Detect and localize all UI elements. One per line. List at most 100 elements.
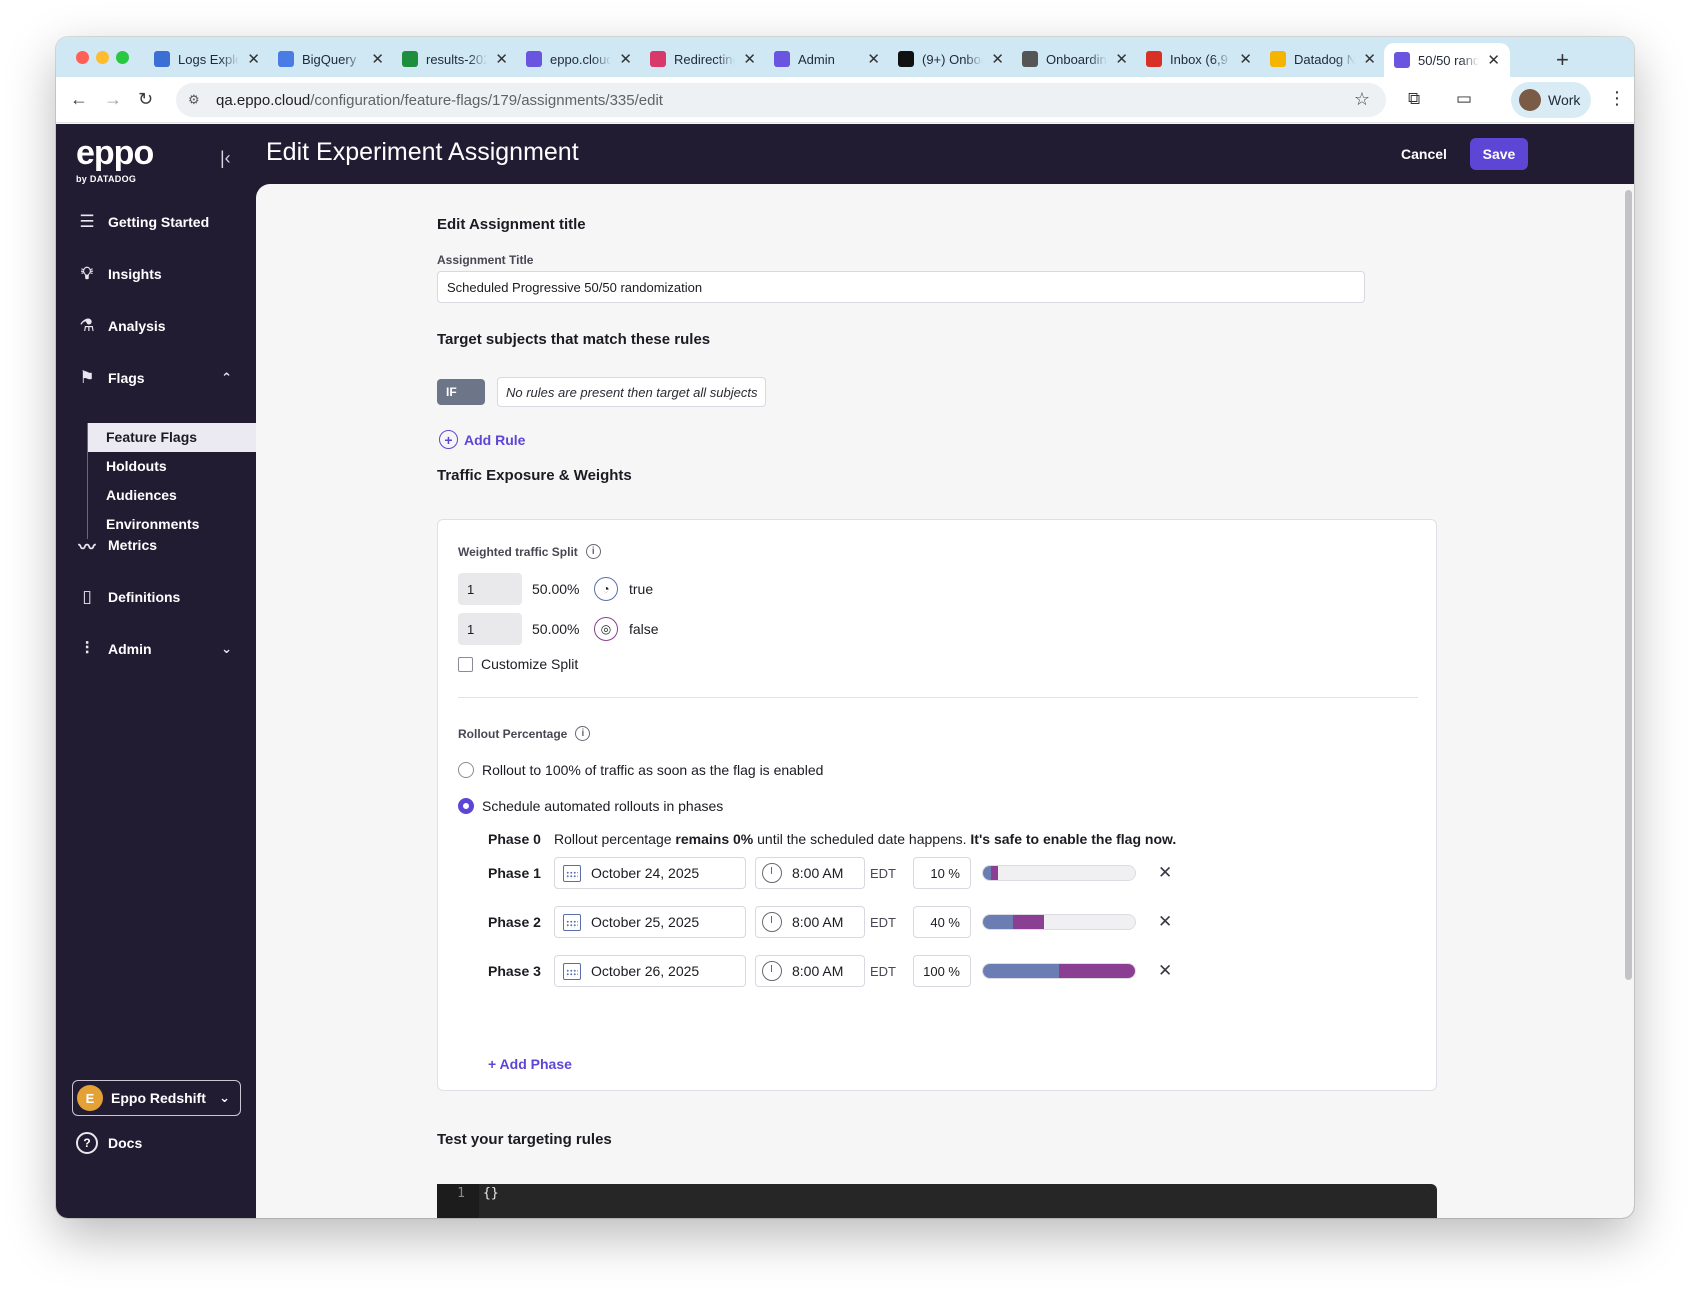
sidebar-item-feature-flags[interactable]: Feature Flags <box>88 423 257 452</box>
extensions-icon[interactable]: ⧉ <box>1408 89 1420 109</box>
new-tab-button[interactable]: + <box>1556 47 1569 73</box>
phase-date-input[interactable]: October 25, 2025 <box>554 906 746 938</box>
bookmark-star-icon[interactable]: ☆ <box>1354 89 1370 110</box>
zoom-window-button[interactable] <box>116 51 129 64</box>
bar-segment-true <box>983 964 1059 978</box>
sidebar-item-metrics[interactable]: 〰 Metrics <box>76 527 246 563</box>
sidebar-item-holdouts[interactable]: Holdouts <box>88 452 257 481</box>
calendar-icon <box>563 962 581 980</box>
browser-tab[interactable]: (9+) Onboarding ✕ <box>888 43 1014 75</box>
variant-label: false <box>629 621 659 637</box>
cancel-button[interactable]: Cancel <box>1401 146 1447 162</box>
docs-link[interactable]: ? Docs <box>76 1132 142 1154</box>
sidebar-item-insights[interactable]: 💡︎ Insights <box>76 256 246 292</box>
save-button[interactable]: Save <box>1470 138 1528 170</box>
plus-circle-icon: + <box>439 430 458 449</box>
phase0-text-c: until the scheduled date happens. <box>753 831 971 847</box>
phase-date-input[interactable]: October 24, 2025 <box>554 857 746 889</box>
weight-input[interactable]: 1 <box>458 613 522 645</box>
reload-icon[interactable]: ↻ <box>138 89 153 110</box>
workspace-switcher[interactable]: E Eppo Redshift ⌄ <box>72 1080 241 1116</box>
tab-close-icon[interactable]: ✕ <box>867 50 880 68</box>
cast-icon[interactable]: ▭ <box>1456 89 1472 109</box>
radio-button-selected[interactable] <box>458 798 474 814</box>
tab-close-icon[interactable]: ✕ <box>619 50 632 68</box>
add-rule-button[interactable]: + Add Rule <box>439 430 525 449</box>
phase-date: October 26, 2025 <box>591 963 700 979</box>
phase-time-input[interactable]: 8:00 AM <box>755 906 865 938</box>
phase-percent-input[interactable]: 40 % <box>913 906 971 938</box>
info-icon[interactable]: i <box>585 544 601 559</box>
collapse-sidebar-icon[interactable]: |‹ <box>220 148 231 169</box>
sidebar-item-analysis[interactable]: ⚗ Analysis <box>76 308 246 344</box>
sidebar-item-label: Flags <box>108 370 145 386</box>
close-window-button[interactable] <box>76 51 89 64</box>
sidebar-item-flags[interactable]: ⚑ Flags ⌃ <box>76 360 246 396</box>
customize-split-row[interactable]: Customize Split <box>458 656 578 672</box>
tab-close-icon[interactable]: ✕ <box>1239 50 1252 68</box>
info-icon[interactable]: i <box>575 726 591 741</box>
phase-progress-bar <box>982 914 1136 930</box>
remove-phase-close-icon[interactable]: ✕ <box>1158 961 1172 981</box>
browser-tab[interactable]: Datadog N ✕ <box>1260 43 1386 75</box>
browser-menu-icon[interactable]: ⋮ <box>1608 88 1626 109</box>
phase-date-input[interactable]: October 26, 2025 <box>554 955 746 987</box>
phase-time-input[interactable]: 8:00 AM <box>755 857 865 889</box>
code-editor[interactable]: 1 {} <box>437 1184 1437 1218</box>
eppo-logo[interactable]: eppo <box>76 134 154 173</box>
sidebar-item-audiences[interactable]: Audiences <box>88 481 257 510</box>
radio-button[interactable] <box>458 762 474 778</box>
phase-name: Phase 1 <box>488 865 541 881</box>
phase-percent-input[interactable]: 100 % <box>913 955 971 987</box>
browser-tab[interactable]: BigQuery ✕ <box>268 43 394 75</box>
back-arrow-icon[interactable]: ← <box>70 89 88 110</box>
tab-close-icon[interactable]: ✕ <box>1363 50 1376 68</box>
weight-input[interactable]: 1 <box>458 573 522 605</box>
tab-close-icon[interactable]: ✕ <box>743 50 756 68</box>
remove-phase-close-icon[interactable]: ✕ <box>1158 863 1172 883</box>
assignment-title-input[interactable]: Scheduled Progressive 50/50 randomizatio… <box>437 271 1365 303</box>
timezone-label: EDT <box>870 914 896 930</box>
tab-close-icon[interactable]: ✕ <box>371 50 384 68</box>
forward-arrow-icon[interactable]: → <box>104 89 122 110</box>
chevron-down-icon: ⌄ <box>219 1090 230 1105</box>
phase0-text-a: Rollout percentage <box>554 831 676 847</box>
notion-icon <box>898 51 914 67</box>
customize-split-checkbox[interactable] <box>458 656 473 672</box>
tab-close-icon[interactable]: ✕ <box>247 50 260 68</box>
phase-date: October 25, 2025 <box>591 914 700 930</box>
scrollbar[interactable] <box>1625 190 1632 980</box>
browser-tab[interactable]: Admin ✕ <box>764 43 890 75</box>
remove-phase-close-icon[interactable]: ✕ <box>1158 912 1172 932</box>
site-settings-icon[interactable]: ⚙ <box>188 92 204 108</box>
tab-close-icon[interactable]: ✕ <box>495 50 508 68</box>
sidebar-item-admin[interactable]: ⫶ Admin ⌄ <box>76 631 246 667</box>
editor-code[interactable]: {} <box>483 1186 499 1201</box>
browser-tab[interactable]: Onboarding ✕ <box>1012 43 1138 75</box>
profile-button[interactable]: Work <box>1511 82 1591 118</box>
rollout-scheduled-option[interactable]: Schedule automated rollouts in phases <box>458 798 723 814</box>
browser-tab[interactable]: results-2025 ✕ <box>392 43 518 75</box>
tab-close-icon[interactable]: ✕ <box>1115 50 1128 68</box>
add-phase-button[interactable]: + Add Phase <box>488 1056 572 1072</box>
minimize-window-button[interactable] <box>96 51 109 64</box>
phase0-text: Rollout percentage remains 0% until the … <box>554 831 1176 847</box>
sidebar-item-definitions[interactable]: ▯ Definitions <box>76 579 246 615</box>
list-icon: ☰ <box>79 212 95 231</box>
phase-time-input[interactable]: 8:00 AM <box>755 955 865 987</box>
browser-tab[interactable]: Redirecting ✕ <box>640 43 766 75</box>
address-bar[interactable]: ⚙ qa.eppo.cloud/configuration/feature-fl… <box>176 83 1386 117</box>
tab-close-icon[interactable]: ✕ <box>1487 51 1500 69</box>
sidebar-item-getting-started[interactable]: ☰ Getting Started <box>76 204 246 240</box>
if-pill: IF <box>437 379 485 405</box>
phase-date: October 24, 2025 <box>591 865 700 881</box>
phase-percent-input[interactable]: 10 % <box>913 857 971 889</box>
browser-tab[interactable]: 50/50 rand ✕ <box>1384 43 1510 77</box>
browser-tab[interactable]: Inbox (6,9 ✕ <box>1136 43 1262 75</box>
phase-row: Phase 3 October 26, 2025 8:00 AM EDT 100… <box>488 955 1172 987</box>
rollout-immediate-option[interactable]: Rollout to 100% of traffic as soon as th… <box>458 762 823 778</box>
browser-tab[interactable]: Logs Explorer ✕ <box>144 43 270 75</box>
browser-tab[interactable]: eppo.cloud ✕ <box>516 43 642 75</box>
slides-icon <box>1270 51 1286 67</box>
tab-close-icon[interactable]: ✕ <box>991 50 1004 68</box>
